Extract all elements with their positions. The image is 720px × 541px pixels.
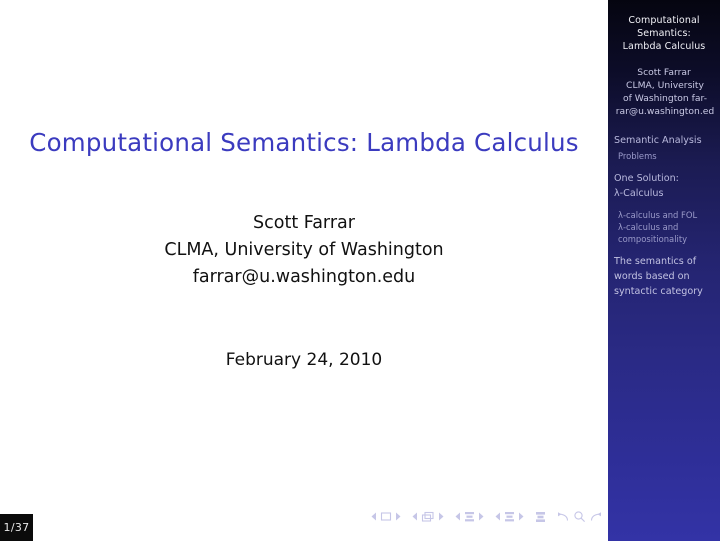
back-icon[interactable] bbox=[557, 511, 570, 523]
beamer-navigation-symbols bbox=[371, 510, 602, 523]
document-icon[interactable] bbox=[535, 511, 546, 523]
author-affiliation: CLMA, University of Washington bbox=[164, 240, 444, 260]
sidebar-author-line-2: CLMA, University bbox=[626, 79, 704, 91]
subsection-nav-group bbox=[455, 511, 484, 523]
sidebar-item-lambda-calculus-and-fol[interactable]: λ-calculus and FOL bbox=[608, 209, 720, 221]
sidebar-author: Scott Farrar CLMA, University of Washing… bbox=[608, 54, 720, 119]
sidebar-title-line-3: Lambda Calculus bbox=[622, 41, 706, 53]
sidebar-item-semantic-analysis[interactable]: Semantic Analysis bbox=[608, 134, 720, 147]
next-subsection-icon[interactable] bbox=[478, 512, 484, 521]
sidebar-title: Computational Semantics: Lambda Calculus bbox=[608, 0, 720, 54]
sidebar-item-semantics-of-words-cont2[interactable]: words based on bbox=[608, 270, 720, 283]
sidebar-item-semantics-of-words[interactable]: The semantics of bbox=[608, 255, 720, 268]
author-email: farrar@u.washington.edu bbox=[192, 267, 416, 287]
sidebar-item-lambda-calculus-and-compositionality-cont[interactable]: compositionality bbox=[608, 233, 720, 245]
current-frame-icon[interactable] bbox=[421, 511, 435, 523]
current-slide-icon[interactable] bbox=[380, 511, 392, 522]
find-icon[interactable] bbox=[573, 510, 586, 523]
frame-nav-group bbox=[412, 511, 444, 523]
previous-subsection-icon[interactable] bbox=[455, 512, 461, 521]
sidebar-item-lambda-calculus-and-compositionality[interactable]: λ-calculus and bbox=[608, 221, 720, 233]
current-section-icon[interactable] bbox=[504, 511, 515, 523]
sidebar-title-line-2: Semantics: bbox=[637, 28, 691, 40]
previous-frame-icon[interactable] bbox=[412, 512, 418, 521]
page-title: Computational Semantics: Lambda Calculus bbox=[29, 128, 579, 157]
previous-section-icon[interactable] bbox=[495, 512, 501, 521]
history-nav-group bbox=[557, 510, 602, 523]
sidebar-item-one-solution[interactable]: One Solution: bbox=[608, 172, 720, 185]
next-slide-icon[interactable] bbox=[395, 512, 401, 521]
sidebar-item-one-solution-cont[interactable]: λ-Calculus bbox=[608, 187, 720, 200]
slide-main-content: Computational Semantics: Lambda Calculus… bbox=[0, 0, 608, 541]
current-subsection-icon[interactable] bbox=[464, 511, 475, 523]
document-nav-group bbox=[535, 511, 546, 523]
presentation-slide: Computational Semantics: Lambda Calculus… bbox=[0, 0, 720, 541]
forward-icon[interactable] bbox=[589, 511, 602, 523]
author-name: Scott Farrar bbox=[253, 213, 355, 233]
sidebar-title-line-1: Computational bbox=[628, 15, 700, 26]
page-number-indicator: 1/37 bbox=[0, 514, 33, 541]
slide-date: February 24, 2010 bbox=[225, 350, 383, 370]
sidebar-item-semantics-of-words-cont3[interactable]: syntactic category bbox=[608, 285, 720, 298]
sidebar-author-line-4: rar@u.washington.ed bbox=[615, 106, 715, 118]
sidebar-author-line-3: of Washington far- bbox=[622, 93, 708, 105]
next-frame-icon[interactable] bbox=[438, 512, 444, 521]
author-block: Scott Farrar CLMA, University of Washing… bbox=[0, 210, 608, 291]
sidebar-author-line-1: Scott Farrar bbox=[637, 66, 691, 78]
sidebar: Computational Semantics: Lambda Calculus… bbox=[608, 0, 720, 541]
sidebar-item-problems[interactable]: Problems bbox=[608, 150, 720, 162]
previous-slide-icon[interactable] bbox=[371, 512, 377, 521]
slide-nav-group bbox=[371, 511, 401, 522]
section-nav-group bbox=[495, 511, 524, 523]
next-section-icon[interactable] bbox=[518, 512, 524, 521]
sidebar-outline-nav: Semantic Analysis Problems One Solution:… bbox=[608, 134, 720, 298]
